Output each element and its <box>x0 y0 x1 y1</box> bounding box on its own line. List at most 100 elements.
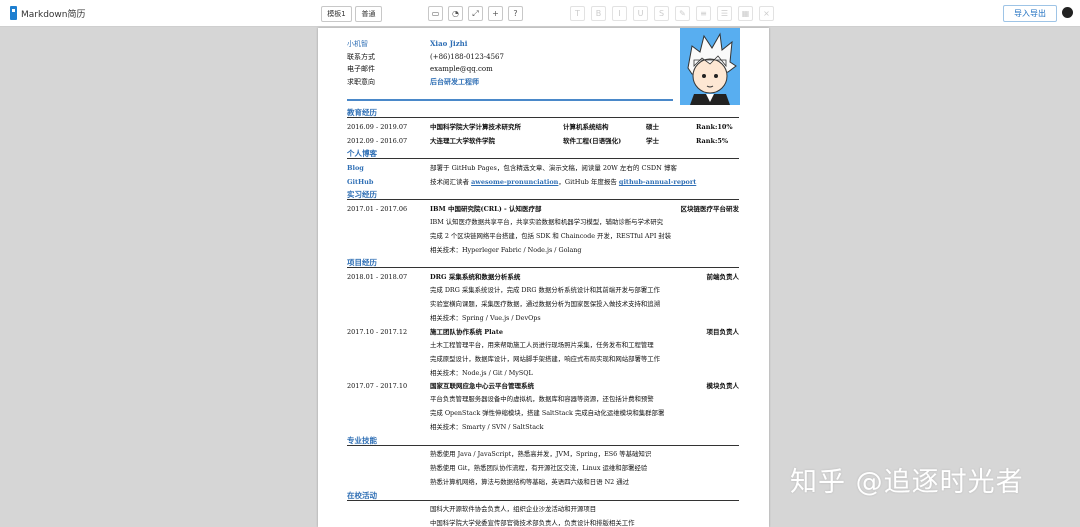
project-title: 施工团队协作系统 Plate <box>430 328 503 336</box>
project-role: 前端负责人 <box>706 273 740 281</box>
section-skills: 专业技能 <box>347 435 739 446</box>
github-link[interactable]: GitHub <box>347 176 373 188</box>
edu-date: 2012.09 - 2016.07 <box>347 137 408 145</box>
markdown-logo-icon <box>10 6 17 20</box>
edu-major: 软件工程(日语强化) <box>563 137 622 145</box>
github-row: GitHub 技术阅汇读者 awesome-pronunciation，GitH… <box>347 176 739 188</box>
clear-icon[interactable]: × <box>759 6 774 21</box>
edu-rank: Rank:5% <box>696 137 729 145</box>
style-select[interactable]: 普通 <box>355 6 382 22</box>
list-item: 完成原型设计，数据库设计，网站脚手架搭建，响应式布局实现和网站部署等工作 <box>430 353 740 367</box>
project-row: 2018.01 - 2018.07 DRG 采集系统和数据分析系统 前端负责人 <box>347 271 739 283</box>
edu-degree: 学士 <box>646 137 659 145</box>
template-select[interactable]: 模板1 <box>321 6 352 22</box>
brush-icon[interactable]: ✎ <box>675 6 690 21</box>
strike-icon[interactable]: S <box>654 6 669 21</box>
project-row: 2017.07 - 2017.10 国家互联网应急中心云平台管理系统 模块负责人 <box>347 380 739 392</box>
awesome-pronunciation-link[interactable]: awesome-pronunciation <box>471 178 558 186</box>
add-icon[interactable]: + <box>488 6 503 21</box>
list-item: 相关技术：Spring / Vue.js / DevOps <box>430 312 740 326</box>
list-item: IBM 认知医疗数据共享平台，共享实验数据和机器学习模型，辅助诊断与学术研究 <box>430 216 740 230</box>
github-desc-mid: ，GitHub 年度报告 <box>558 178 619 186</box>
name-en: Xiao Jizhi <box>430 39 468 48</box>
project-date: 2018.01 - 2018.07 <box>347 273 408 281</box>
intent-label: 求职意向 <box>347 77 375 86</box>
project-row: 2017.10 - 2017.12 施工团队协作系统 Plate 项目负责人 <box>347 326 739 338</box>
project-date: 2017.10 - 2017.12 <box>347 328 408 336</box>
github-desc-pre: 技术阅汇读者 <box>430 178 472 186</box>
intern-title: IBM 中国研究院(CRL) - 认知医疗部 <box>430 205 542 213</box>
project-title: DRG 采集系统和数据分析系统 <box>430 273 521 281</box>
email-label: 电子邮件 <box>347 65 375 73</box>
edu-school: 大连理工大学软件学院 <box>430 137 495 145</box>
app-title: Markdown简历 <box>21 9 86 20</box>
blog-link[interactable]: Blog <box>347 162 364 174</box>
list-item: 熟悉使用 Java / JavaScript，熟悉高并发，JVM，Spring，… <box>430 448 740 462</box>
intent-value: 后台研发工程师 <box>430 76 479 86</box>
section-projects: 项目经历 <box>347 257 739 268</box>
blog-desc: 部署于 GitHub Pages，包含精选文章、演示文稿，阅读量 20W 左右的… <box>430 164 677 172</box>
list-item: 实验室横向课题，采集医疗数据，通过数据分析为国家医保投入做技术支持和追溯 <box>430 298 740 312</box>
underline-icon[interactable]: U <box>633 6 648 21</box>
fullscreen-icon[interactable]: ⤢ <box>468 6 483 21</box>
list-item: 完成 2 个区块链网络平台搭建，包括 SDK 和 Chaincode 开发，RE… <box>430 230 740 244</box>
list-item: 相关技术：Smarty / SVN / SaltStack <box>430 421 740 435</box>
edu-row: 2016.09 - 2019.07 中国科学院大学计算技术研究所 计算机系统结构… <box>347 121 739 133</box>
bold-icon[interactable]: B <box>591 6 606 21</box>
italic-icon[interactable]: I <box>612 6 627 21</box>
edu-date: 2016.09 - 2019.07 <box>347 123 408 131</box>
app-logo[interactable]: Markdown简历 <box>10 6 85 20</box>
import-export-label: 导入导出 <box>1014 9 1046 18</box>
edu-degree: 硕士 <box>646 123 659 131</box>
import-export-button[interactable]: 导入导出 <box>1003 5 1057 22</box>
edu-rank: Rank:10% <box>696 123 733 131</box>
help-icon[interactable]: ? <box>508 6 523 21</box>
project-role: 项目负责人 <box>706 328 740 336</box>
blog-row: Blog 部署于 GitHub Pages，包含精选文章、演示文稿，阅读量 20… <box>347 162 739 174</box>
theme-icon[interactable]: ◔ <box>448 6 463 21</box>
watermark-text: 知乎 @追逐时光者 <box>790 467 1024 498</box>
list-item: 中国科学院大学党委宣传部官微技术部负责人，负责设计和排版相关工作 <box>430 517 740 527</box>
edu-row: 2012.09 - 2016.07 大连理工大学软件学院 软件工程(日语强化) … <box>347 135 739 147</box>
list-item: 相关技术：Hyperleger Fabric / Node.js / Golan… <box>430 244 740 258</box>
top-toolbar: Markdown简历 模板1 普通 ▭ ◔ ⤢ + ? T B I U S ✎ … <box>0 0 1080 27</box>
phone-value: (+86)188-0123-4567 <box>430 52 504 61</box>
text-icon[interactable]: T <box>570 6 585 21</box>
list-item: 国科大开源软件协会负责人，组织企业沙龙活动和开源项目 <box>430 503 740 517</box>
list-item: 土木工程管理平台，用来帮助施工人员进行现场照片采集，任务发布和工程管理 <box>430 339 740 353</box>
project-role: 模块负责人 <box>706 382 740 390</box>
phone-label: 联系方式 <box>347 52 375 61</box>
align-icon[interactable]: ☰ <box>717 6 732 21</box>
info-row-name: 小机智 Xiao Jizhi <box>347 38 504 51</box>
list-icon[interactable]: ≡ <box>696 6 711 21</box>
edu-school: 中国科学院大学计算技术研究所 <box>430 123 521 131</box>
intern-date: 2017.01 - 2017.06 <box>347 205 408 213</box>
list-item: 熟悉计算机网络，算法与数据结构等基础，英语四六级和日语 N2 通过 <box>430 476 740 490</box>
avatar-photo <box>680 28 740 105</box>
email-value: example@qq.com <box>430 65 493 73</box>
annual-report-link[interactable]: github-annual-report <box>619 178 696 186</box>
cartoon-avatar-icon <box>680 28 740 105</box>
list-item: 完成 OpenStack 弹性伸缩模块，搭建 SaltStack 完成自动化运维… <box>430 407 740 421</box>
info-row-phone: 联系方式 (+86)188-0123-4567 <box>347 51 504 64</box>
name-cn: 小机智 <box>347 40 368 48</box>
list-item: 熟悉使用 Git，熟悉团队协作流程，有开源社区交流，Linux 运维和部署经验 <box>430 462 740 476</box>
table-icon[interactable]: ▦ <box>738 6 753 21</box>
section-blog: 个人博客 <box>347 148 739 159</box>
info-row-intent: 求职意向 后台研发工程师 <box>347 76 504 89</box>
github-desc: 技术阅汇读者 awesome-pronunciation，GitHub 年度报告… <box>430 176 696 188</box>
basic-info: 小机智 Xiao Jizhi 联系方式 (+86)188-0123-4567 电子邮… <box>347 38 504 88</box>
layout-icon[interactable]: ▭ <box>428 6 443 21</box>
template-select-label: 模板1 <box>327 10 346 18</box>
resume-page: 小机智 Xiao Jizhi 联系方式 (+86)188-0123-4567 电子邮… <box>318 28 769 527</box>
header-divider <box>347 99 673 101</box>
github-icon[interactable] <box>1062 7 1073 18</box>
section-education: 教育经历 <box>347 107 739 118</box>
info-row-email: 电子邮件 example@qq.com <box>347 63 504 76</box>
project-date: 2017.07 - 2017.10 <box>347 382 408 390</box>
intern-row: 2017.01 - 2017.06 IBM 中国研究院(CRL) - 认知医疗部… <box>347 203 739 215</box>
style-select-label: 普通 <box>361 10 376 18</box>
edu-major: 计算机系统结构 <box>563 123 609 131</box>
section-campus: 在校活动 <box>347 490 739 501</box>
section-intern: 实习经历 <box>347 189 739 200</box>
